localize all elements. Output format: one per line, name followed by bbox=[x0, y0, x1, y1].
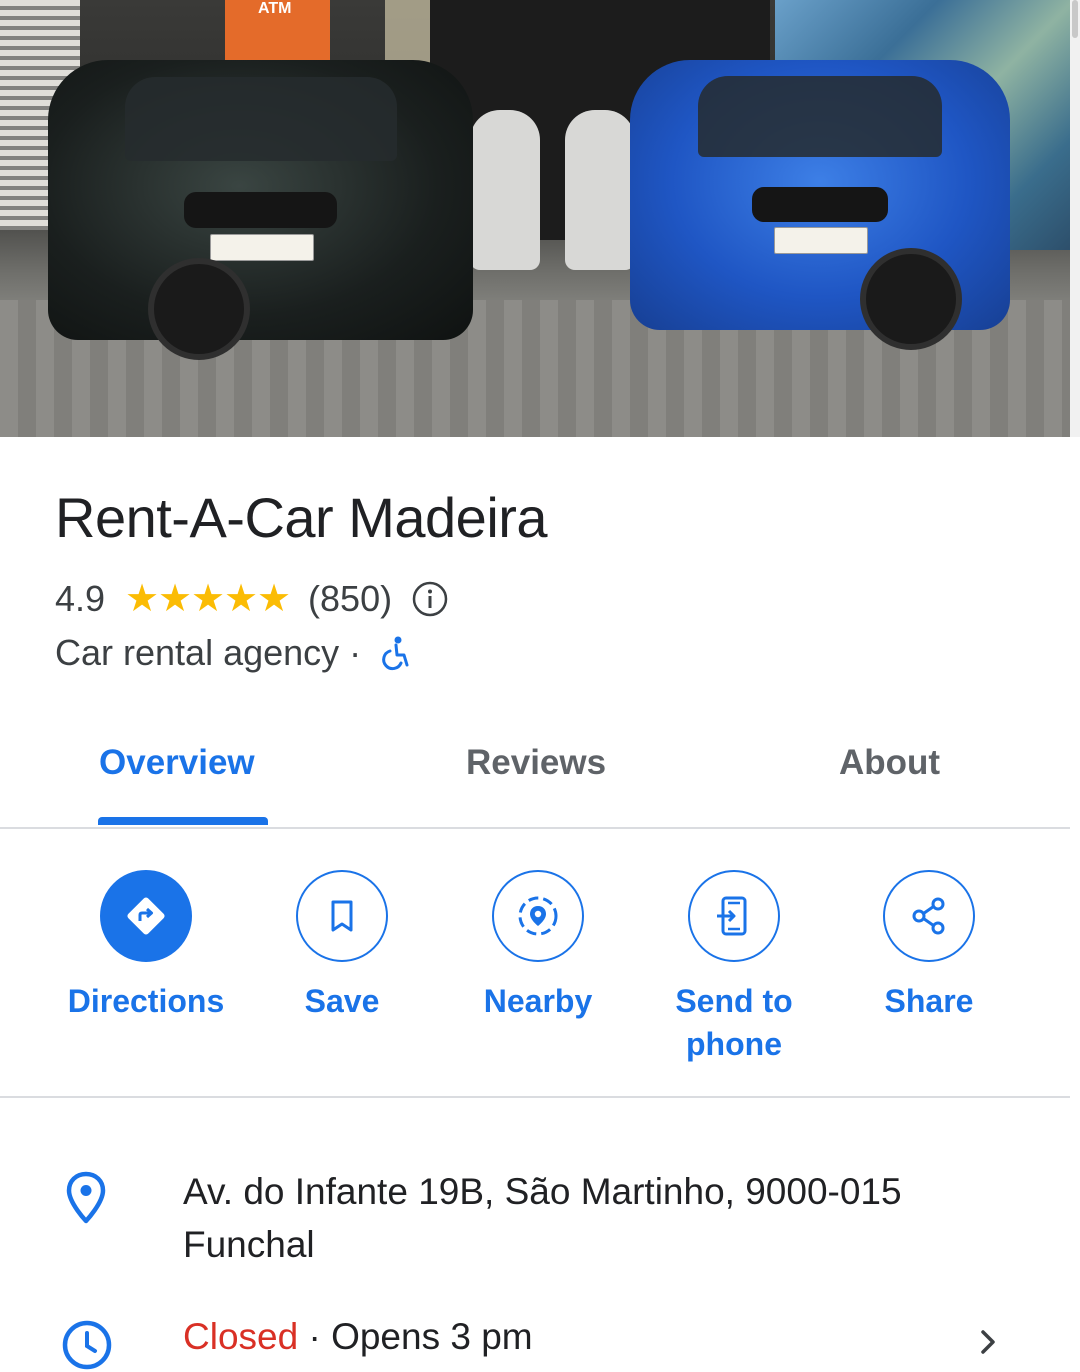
photo-blue-car bbox=[630, 60, 1010, 350]
rating-value: 4.9 bbox=[55, 578, 106, 619]
wheelchair-accessible-icon[interactable] bbox=[377, 635, 411, 671]
hours-detail: Opens 3 pm bbox=[331, 1316, 533, 1357]
send-to-phone-circle[interactable] bbox=[688, 870, 780, 962]
share-button[interactable]: Share bbox=[829, 870, 1029, 1023]
rating-stars: ★ ★ ★ ★ ★ bbox=[125, 578, 292, 620]
nearby-circle[interactable] bbox=[492, 870, 584, 962]
save-button[interactable]: Save bbox=[242, 870, 442, 1023]
bookmark-icon bbox=[331, 900, 353, 932]
hours-separator: · bbox=[298, 1316, 332, 1357]
send-to-phone-label: Send to phone bbox=[675, 983, 793, 1062]
directions-button[interactable]: Directions bbox=[46, 870, 246, 1023]
scrollbar-thumb[interactable] bbox=[1072, 0, 1078, 38]
tab-reviews[interactable]: Reviews bbox=[466, 743, 606, 783]
photo-atm-text: ATM bbox=[258, 0, 292, 17]
tab-bar: Overview Reviews About bbox=[0, 735, 1070, 829]
directions-label: Directions bbox=[67, 983, 225, 1019]
star-icon: ★ bbox=[224, 578, 259, 620]
scrollbar-track[interactable] bbox=[1070, 0, 1080, 437]
save-circle[interactable] bbox=[296, 870, 388, 962]
star-icon: ★ bbox=[125, 578, 160, 620]
star-icon: ★ bbox=[257, 578, 292, 620]
photo-scooter bbox=[470, 110, 540, 270]
section-divider bbox=[0, 1096, 1070, 1098]
star-icon: ★ bbox=[191, 578, 226, 620]
save-label: Save bbox=[304, 983, 380, 1019]
location-pin-icon bbox=[66, 1171, 106, 1224]
nearby-label: Nearby bbox=[483, 983, 593, 1019]
send-to-phone-button[interactable]: Send to phone bbox=[634, 870, 834, 1066]
hours-row[interactable]: Closed · Opens 3 pm bbox=[183, 1316, 533, 1358]
info-icon[interactable] bbox=[412, 581, 448, 617]
nearby-button[interactable]: Nearby bbox=[438, 870, 638, 1023]
photo-black-car bbox=[48, 60, 473, 360]
rating-row: 4.9 ★ ★ ★ ★ ★ (850) bbox=[55, 578, 448, 620]
tab-overview[interactable]: Overview bbox=[99, 743, 255, 783]
directions-circle[interactable] bbox=[100, 870, 192, 962]
nearby-icon bbox=[518, 896, 558, 936]
action-buttons: Directions Save Nearby Send to phone Sha… bbox=[0, 870, 1070, 1070]
share-circle[interactable] bbox=[883, 870, 975, 962]
directions-icon bbox=[127, 897, 165, 935]
place-title: Rent-A-Car Madeira bbox=[55, 486, 548, 549]
active-tab-indicator bbox=[98, 817, 268, 825]
place-photo[interactable]: ATM bbox=[0, 0, 1070, 437]
tab-about[interactable]: About bbox=[839, 743, 940, 783]
star-icon: ★ bbox=[158, 578, 193, 620]
review-count[interactable]: (850) bbox=[308, 578, 392, 620]
place-category[interactable]: Car rental agency bbox=[55, 632, 339, 674]
chevron-right-icon[interactable] bbox=[972, 1325, 1006, 1359]
send-to-phone-icon bbox=[717, 896, 747, 936]
clock-icon bbox=[62, 1320, 112, 1370]
category-row: Car rental agency · bbox=[55, 632, 411, 674]
address-text[interactable]: Av. do Infante 19B, São Martinho, 9000-0… bbox=[183, 1165, 983, 1271]
separator-dot: · bbox=[349, 632, 362, 673]
hours-status: Closed bbox=[183, 1316, 299, 1357]
photo-scooter bbox=[565, 110, 635, 270]
share-label: Share bbox=[884, 983, 974, 1019]
share-icon bbox=[912, 897, 945, 935]
